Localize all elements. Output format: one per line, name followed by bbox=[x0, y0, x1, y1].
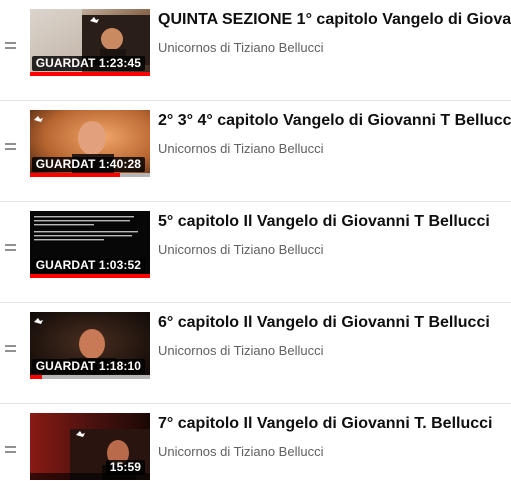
channel-name[interactable]: Unicornos di Tiziano Bellucci bbox=[158, 39, 323, 57]
video-duration-overlay: GUARDAT 1:03:52 bbox=[31, 258, 145, 273]
drag-handle-icon[interactable] bbox=[5, 42, 16, 50]
channel-name[interactable]: Unicornos di Tiziano Bellucci bbox=[158, 241, 323, 259]
drag-handle-icon[interactable] bbox=[5, 244, 16, 252]
watch-progress-bar bbox=[30, 375, 150, 379]
video-title[interactable]: 2° 3° 4° capitolo Vangelo di Giovanni T … bbox=[158, 111, 511, 131]
video-thumbnail[interactable]: GUARDAT 1:03:52 bbox=[30, 211, 150, 278]
video-title[interactable]: 5° capitolo Il Vangelo di Giovanni T Bel… bbox=[158, 212, 511, 232]
video-thumbnail[interactable]: GUARDAT 1:18:10 bbox=[30, 312, 150, 379]
playlist-item[interactable]: GUARDAT 1:03:52 5° capitolo Il Vangelo d… bbox=[0, 202, 511, 303]
video-duration-overlay: GUARDAT 1:18:10 bbox=[31, 359, 145, 374]
video-duration-overlay: GUARDAT 1:23:45 bbox=[31, 56, 145, 71]
drag-handle-icon[interactable] bbox=[5, 446, 16, 454]
playlist-item[interactable]: 15:59 7° capitolo Il Vangelo di Giovanni… bbox=[0, 404, 511, 481]
playlist-panel: GUARDAT 1:23:45 QUINTA SEZIONE 1° capito… bbox=[0, 0, 511, 481]
video-title[interactable]: 7° capitolo Il Vangelo di Giovanni T. Be… bbox=[158, 414, 511, 434]
channel-name[interactable]: Unicornos di Tiziano Bellucci bbox=[158, 140, 323, 158]
video-title[interactable]: 6° capitolo Il Vangelo di Giovanni T Bel… bbox=[158, 313, 511, 333]
watch-progress-bar bbox=[30, 72, 150, 76]
video-thumbnail[interactable]: 15:59 bbox=[30, 413, 150, 480]
video-duration-overlay: GUARDAT 1:40:28 bbox=[31, 157, 145, 172]
playlist-item[interactable]: GUARDAT 1:40:28 2° 3° 4° capitolo Vangel… bbox=[0, 101, 511, 202]
watch-progress-bar bbox=[30, 274, 150, 278]
playlist-item[interactable]: GUARDAT 1:18:10 6° capitolo Il Vangelo d… bbox=[0, 303, 511, 404]
playlist-item[interactable]: GUARDAT 1:23:45 QUINTA SEZIONE 1° capito… bbox=[0, 0, 511, 101]
video-thumbnail[interactable]: GUARDAT 1:23:45 bbox=[30, 9, 150, 76]
video-duration-overlay: 15:59 bbox=[105, 460, 145, 475]
drag-handle-icon[interactable] bbox=[5, 143, 16, 151]
watch-progress-bar bbox=[30, 173, 150, 177]
channel-name[interactable]: Unicornos di Tiziano Bellucci bbox=[158, 443, 323, 461]
video-thumbnail[interactable]: GUARDAT 1:40:28 bbox=[30, 110, 150, 177]
channel-name[interactable]: Unicornos di Tiziano Bellucci bbox=[158, 342, 323, 360]
drag-handle-icon[interactable] bbox=[5, 345, 16, 353]
video-title[interactable]: QUINTA SEZIONE 1° capitolo Vangelo di Gi… bbox=[158, 10, 511, 30]
